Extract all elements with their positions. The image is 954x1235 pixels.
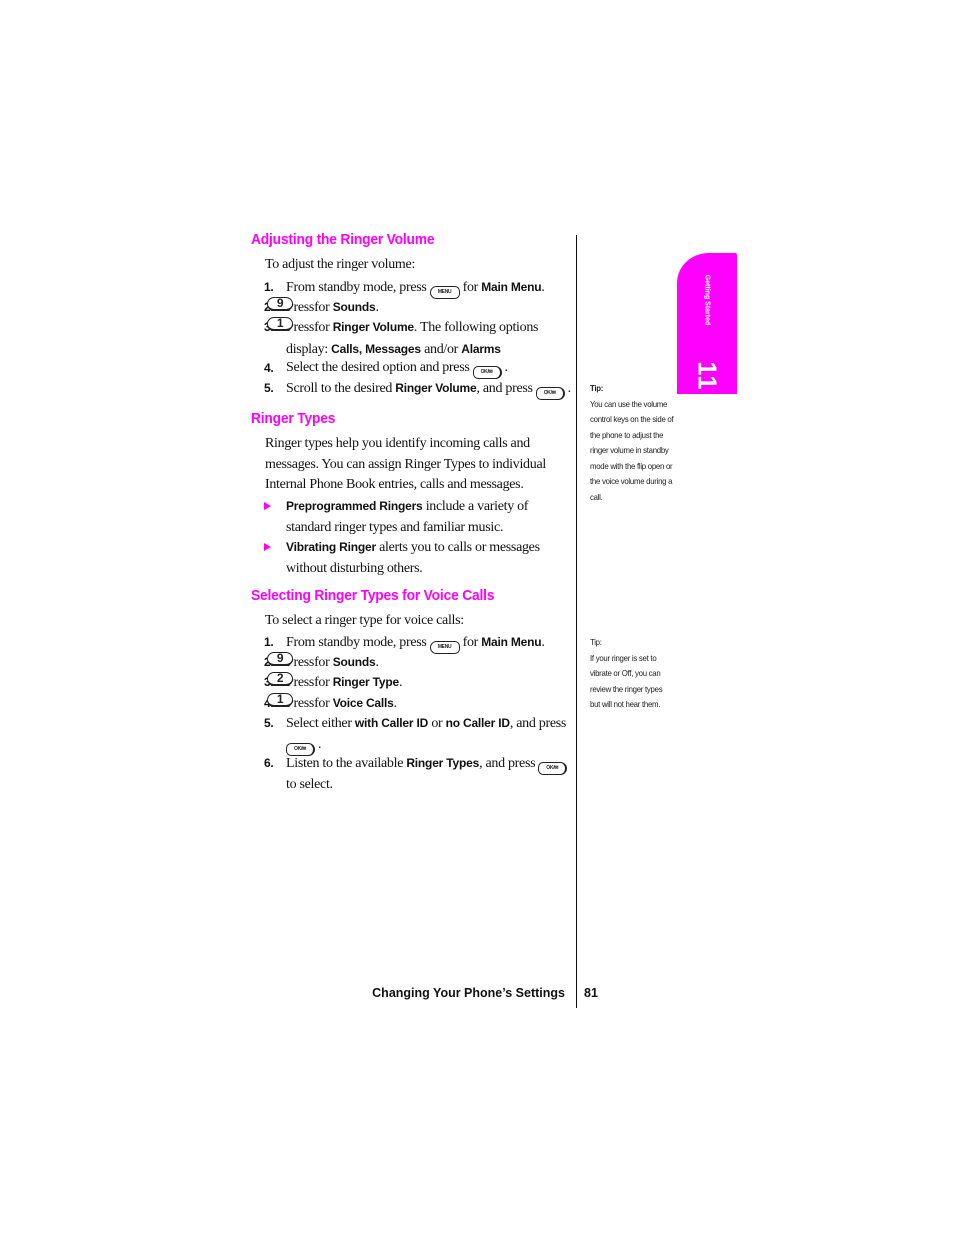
tip-line: ringer volume in standby bbox=[590, 445, 669, 455]
step-item: 4. Select the desired option and press OK… bbox=[264, 358, 576, 379]
step-number: 1. bbox=[264, 635, 274, 649]
intro-text: To adjust the ringer volume: bbox=[265, 257, 416, 272]
tip-line: the voice volume during a bbox=[590, 476, 673, 486]
step-item: 2. Press9for Sounds. bbox=[264, 297, 576, 319]
step-number: 6. bbox=[264, 756, 274, 770]
bold-term: Ringer Type bbox=[332, 675, 399, 689]
step-item: 3. Press1for Ringer Volume. The followin… bbox=[264, 317, 576, 360]
step-text: . bbox=[398, 675, 403, 690]
step-number: 5. bbox=[264, 381, 274, 395]
chapter-tab-label: Getting Started bbox=[703, 274, 711, 326]
step-text: From standby mode, press bbox=[286, 635, 427, 650]
step-text: , and press bbox=[476, 381, 533, 396]
heading-ringer-types: Ringer Types bbox=[251, 410, 336, 427]
step-text: Listen to the available bbox=[286, 756, 404, 771]
step-text: . bbox=[567, 381, 572, 396]
step-text: for bbox=[314, 320, 330, 335]
step-text: . bbox=[318, 736, 322, 752]
bold-term: Preprogrammed Ringers bbox=[286, 499, 423, 513]
bold-term: Alarms bbox=[461, 341, 501, 356]
step-text: , and press bbox=[479, 756, 536, 771]
step-text: to select. bbox=[286, 777, 333, 792]
heading-adjusting-ringer-volume: Adjusting the Ringer Volume bbox=[251, 231, 435, 248]
key-1-icon: 1 bbox=[267, 317, 293, 331]
step-text: . bbox=[393, 696, 398, 711]
bold-term: Main Menu bbox=[481, 635, 542, 649]
page-number: 81 bbox=[584, 986, 598, 1000]
key-9-icon: 9 bbox=[267, 297, 293, 311]
step-text: . bbox=[541, 280, 545, 295]
tip-heading: Tip: bbox=[590, 637, 602, 647]
intro-text: To select a ringer type for voice calls: bbox=[265, 613, 464, 628]
ringer-types-paragraph: Ringer types help you identify incoming … bbox=[265, 436, 546, 492]
ok-key-icon: OK/✉ bbox=[535, 387, 565, 400]
key-1-icon: 1 bbox=[267, 693, 293, 707]
tip-line: If your ringer is set to bbox=[590, 652, 657, 663]
step-number: 5. bbox=[264, 716, 274, 730]
footer-section-title: Changing Your Phone’s Settings bbox=[372, 986, 565, 1000]
bullet-arrow-icon bbox=[264, 502, 271, 510]
bullet-arrow-icon bbox=[264, 543, 271, 551]
bold-term: Sounds bbox=[332, 655, 376, 669]
bold-term: Ringer Volume bbox=[395, 381, 477, 395]
tip-line: mode with the flip open or bbox=[590, 460, 673, 471]
step-text: for bbox=[314, 696, 330, 711]
step-number: 1. bbox=[264, 280, 274, 294]
bold-term: Ringer Volume bbox=[332, 320, 414, 334]
step-text: for bbox=[462, 635, 479, 650]
tip-line: vibrate or Off, you can bbox=[590, 668, 661, 678]
tip-heading: Tip: bbox=[590, 383, 604, 393]
step-text: or bbox=[431, 716, 443, 731]
bullet-item: Preprogrammed Ringers include a variety … bbox=[264, 496, 576, 538]
tip-line: call. bbox=[590, 491, 603, 502]
tip-line: the phone to adjust the bbox=[590, 429, 664, 440]
step-text: for bbox=[462, 280, 479, 295]
step-item: 1. From standby mode, press MENU for Main … bbox=[264, 632, 576, 654]
bold-term: Voice Calls bbox=[332, 696, 394, 710]
step-text: , and press bbox=[509, 716, 567, 731]
step-item: 1. From standby mode, press MENU for Main … bbox=[264, 277, 576, 299]
step-text: Scroll to the desired bbox=[286, 381, 393, 396]
tip-line: You can use the volume bbox=[590, 398, 668, 409]
bold-term: with Caller ID bbox=[354, 716, 429, 730]
tip-line: review the ringer types bbox=[590, 683, 663, 694]
bold-term: Calls, Messages bbox=[331, 341, 421, 356]
heading-selecting-ringer-types: Selecting Ringer Types for Voice Calls bbox=[251, 587, 495, 604]
chapter-number: 11 bbox=[692, 361, 723, 391]
step-number: 4. bbox=[264, 361, 274, 375]
step-text: for bbox=[314, 675, 330, 690]
bold-term: Sounds bbox=[332, 300, 376, 314]
bullet-item: Vibrating Ringer alerts you to calls or … bbox=[264, 537, 576, 579]
key-9-icon: 9 bbox=[267, 652, 293, 666]
ok-key-icon: OK/✉ bbox=[538, 762, 568, 775]
step-item: 5. Scroll to the desired Ringer Volume, … bbox=[264, 378, 576, 400]
step-text: Select the desired option and press bbox=[286, 360, 470, 375]
tip-volume-keys: Tip: You can use the volume control keys… bbox=[590, 381, 682, 505]
step-text: Select either bbox=[286, 716, 352, 731]
step-text: . bbox=[375, 655, 380, 670]
step-text: . bbox=[375, 300, 380, 315]
step-item: 3. Press2for Ringer Type. bbox=[264, 672, 576, 694]
bold-term: Vibrating Ringer bbox=[286, 540, 376, 554]
step-text: . bbox=[504, 360, 509, 375]
step-text: for bbox=[314, 655, 330, 670]
step-item: 2. Press9for Sounds. bbox=[264, 652, 576, 674]
bold-term: Main Menu bbox=[481, 280, 542, 294]
step-text: for bbox=[314, 300, 330, 315]
tip-line: but will not hear them. bbox=[590, 699, 661, 709]
column-divider bbox=[576, 235, 577, 1008]
step-text: and/or bbox=[424, 341, 459, 357]
step-item: 4. Press1for Voice Calls. bbox=[264, 693, 576, 715]
bold-term: Ringer Types bbox=[406, 756, 480, 770]
bold-term: no Caller ID bbox=[445, 716, 510, 730]
step-item: 6. Listen to the available Ringer Types,… bbox=[264, 753, 576, 796]
step-text: . bbox=[541, 635, 545, 650]
key-2-icon: 2 bbox=[267, 672, 293, 686]
step-item: 5. Select either with Caller ID or no Ca… bbox=[264, 713, 576, 756]
step-text: From standby mode, press bbox=[286, 280, 427, 295]
tip-vibrate-off: Tip: If your ringer is set to vibrate or… bbox=[590, 635, 682, 713]
tip-line: control keys on the side of bbox=[590, 414, 674, 424]
